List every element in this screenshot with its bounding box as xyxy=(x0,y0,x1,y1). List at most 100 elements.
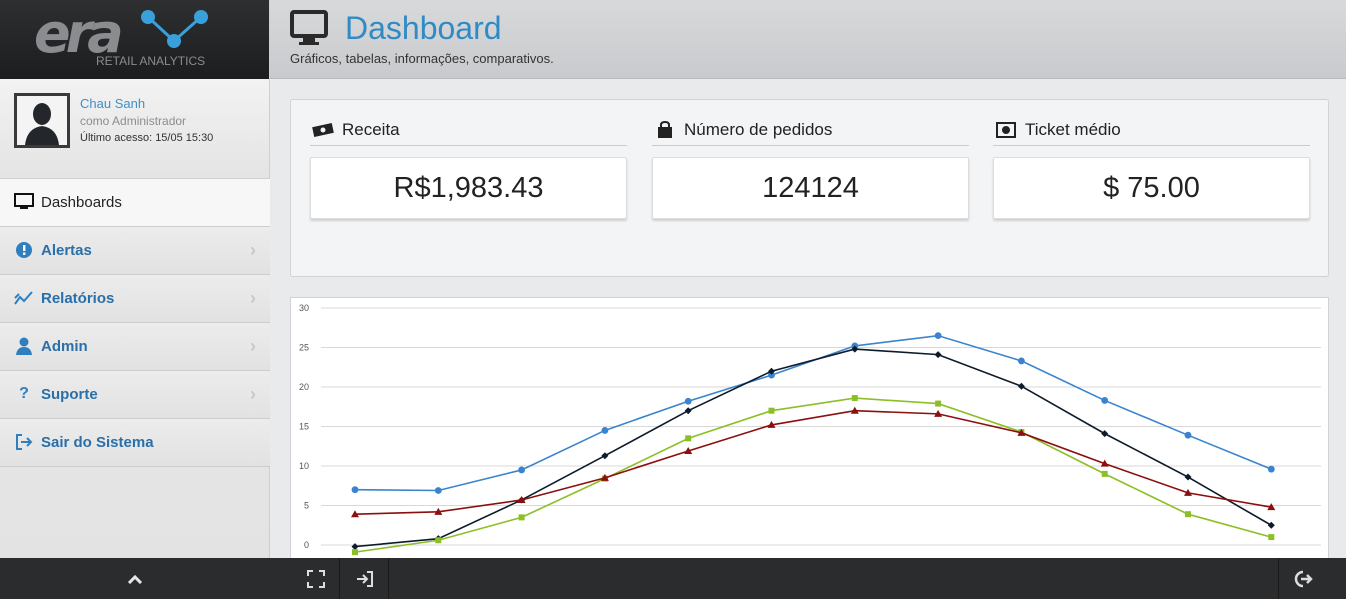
question-icon: ? xyxy=(19,385,29,402)
data-point xyxy=(601,427,609,434)
data-point xyxy=(1267,465,1275,473)
page-header: Dashboard Gráficos, tabelas, informações… xyxy=(270,0,1346,79)
money-icon xyxy=(312,121,334,139)
monitor-icon xyxy=(14,192,34,212)
data-point xyxy=(768,407,775,414)
sidebar-item-alertas[interactable]: Alertas › xyxy=(0,227,270,275)
data-point xyxy=(601,452,609,460)
sidebar-nav: Dashboards Alertas › Relatórios › Admin … xyxy=(0,179,270,467)
sidebar-item-admin[interactable]: Admin › xyxy=(0,323,270,371)
sidebar-item-relatorios[interactable]: Relatórios › xyxy=(0,275,270,323)
sidebar-item-label: Suporte xyxy=(41,386,98,403)
y-tick-label: 5 xyxy=(304,501,309,511)
y-tick-label: 10 xyxy=(299,461,309,471)
stat-value: 124124 xyxy=(652,157,969,219)
data-point xyxy=(1184,431,1192,439)
y-tick-label: 20 xyxy=(299,382,309,392)
data-point xyxy=(1101,470,1108,477)
avatar[interactable] xyxy=(14,93,70,148)
data-point xyxy=(684,407,692,415)
stat-label: Ticket médio xyxy=(1025,119,1121,139)
data-point xyxy=(1184,473,1192,481)
sidebar-item-suporte[interactable]: ? Suporte › xyxy=(0,371,270,419)
series-line-1 xyxy=(354,348,1272,548)
user-icon xyxy=(14,336,34,356)
chart-line-icon xyxy=(14,288,34,308)
stat-label: Receita xyxy=(342,119,400,139)
data-point xyxy=(1101,397,1109,404)
data-point xyxy=(935,400,942,407)
sign-out-icon xyxy=(14,432,34,452)
alert-icon xyxy=(14,240,34,260)
last-access: Último acesso: 15/05 15:30 xyxy=(80,132,214,144)
logo-network-icon xyxy=(141,10,208,48)
sidebar-collapse-button[interactable] xyxy=(0,558,270,599)
line-chart: 0 5 10 15 20 25 30 xyxy=(299,303,1321,556)
data-point xyxy=(435,537,442,544)
data-point xyxy=(1017,382,1025,390)
user-profile: Chau Sanh como Administrador Último aces… xyxy=(0,79,269,179)
y-tick-label: 0 xyxy=(304,540,309,550)
chevron-right-icon: › xyxy=(250,336,256,356)
stat-title: Número de pedidos xyxy=(652,114,969,146)
data-point xyxy=(1101,430,1109,438)
y-tick-label: 15 xyxy=(299,422,309,432)
expand-icon xyxy=(306,569,325,588)
chevron-right-icon: › xyxy=(250,384,256,404)
data-point xyxy=(851,395,858,402)
sidebar: era RETAIL ANALYTICS Chau Sanh como Admi… xyxy=(0,0,270,599)
data-point xyxy=(1185,511,1191,518)
sidebar-item-label: Admin xyxy=(41,338,88,355)
fullscreen-button[interactable] xyxy=(292,558,340,599)
stat-pedidos: Número de pedidos 124124 xyxy=(652,114,969,219)
stat-title: Receita xyxy=(310,114,627,146)
data-point xyxy=(351,543,359,551)
stat-label: Número de pedidos xyxy=(684,119,833,139)
data-point xyxy=(1018,357,1025,365)
bottom-toolbar xyxy=(270,558,1346,599)
data-point xyxy=(684,397,692,405)
user-name[interactable]: Chau Sanh xyxy=(80,96,145,111)
stat-receita: Receita R$1,983.43 xyxy=(310,114,627,219)
chart-panel: 0 5 10 15 20 25 30 xyxy=(290,297,1329,567)
data-point xyxy=(934,351,942,359)
cash-icon xyxy=(995,121,1017,139)
chevron-right-icon: › xyxy=(250,288,256,308)
data-point xyxy=(518,514,525,521)
login-button[interactable] xyxy=(341,558,389,599)
y-tick-label: 30 xyxy=(299,303,309,313)
data-point xyxy=(685,435,692,442)
data-point xyxy=(434,487,442,494)
data-point xyxy=(352,549,358,556)
stat-value: R$1,983.43 xyxy=(310,157,627,219)
user-role: como Administrador xyxy=(80,114,187,128)
data-point xyxy=(934,332,942,340)
stats-panel: Receita R$1,983.43 Número de pedidos 124… xyxy=(290,99,1329,277)
stat-ticket: Ticket médio $ 75.00 xyxy=(993,114,1310,219)
logo[interactable]: era RETAIL ANALYTICS xyxy=(0,0,269,79)
stat-title: Ticket médio xyxy=(993,114,1310,146)
page-subtitle: Gráficos, tabelas, informações, comparat… xyxy=(290,51,554,66)
chevron-right-icon: › xyxy=(250,240,256,260)
data-point xyxy=(351,486,359,494)
avatar-silhouette-icon xyxy=(17,96,67,145)
monitor-icon xyxy=(290,10,328,45)
stat-value: $ 75.00 xyxy=(993,157,1310,219)
logo-tagline: RETAIL ANALYTICS xyxy=(96,54,206,68)
page-title: Dashboard xyxy=(345,10,502,46)
logout-button[interactable] xyxy=(1278,558,1326,599)
sidebar-item-label: Sair do Sistema xyxy=(41,434,154,451)
sign-in-icon xyxy=(356,570,373,587)
sidebar-item-dashboards[interactable]: Dashboards xyxy=(0,179,270,227)
series-line-0 xyxy=(354,334,1272,492)
sidebar-item-label: Alertas xyxy=(41,242,92,259)
data-point xyxy=(1268,534,1275,541)
logout-icon xyxy=(1294,570,1313,587)
y-tick-label: 25 xyxy=(299,343,309,353)
sidebar-item-label: Relatórios xyxy=(41,290,115,307)
bag-icon xyxy=(654,120,676,139)
sidebar-item-sair[interactable]: Sair do Sistema xyxy=(0,419,270,467)
chevron-up-icon xyxy=(127,574,143,584)
series-line-2 xyxy=(354,397,1272,553)
sidebar-item-label: Dashboards xyxy=(41,194,122,211)
